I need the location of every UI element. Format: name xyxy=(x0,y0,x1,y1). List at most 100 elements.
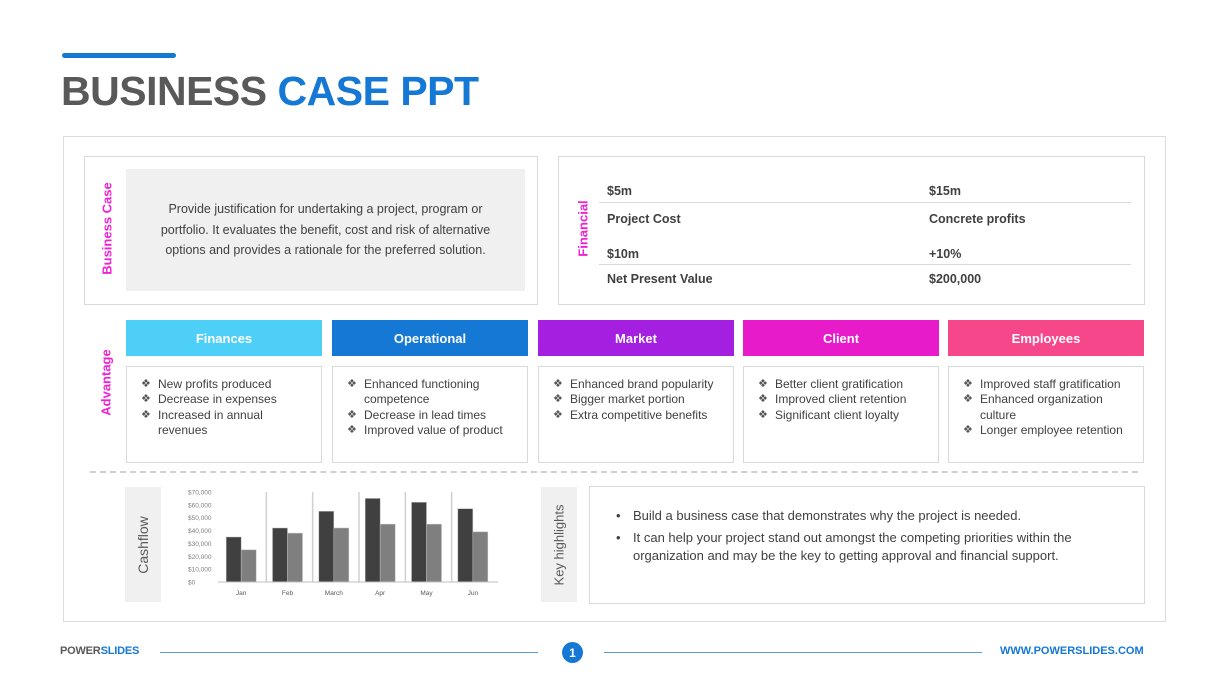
advantage-body-operational: ❖ Enhanced functioning competence ❖ Decreas… xyxy=(332,366,528,463)
diamond-bullet-icon: ❖ xyxy=(347,378,357,390)
x-tick-label: Feb xyxy=(282,590,294,597)
bar-march-series-2 xyxy=(333,527,350,583)
key-highlight-item: • Build a business case that demonstrate… xyxy=(616,507,1128,525)
advantage-item-text: Improved staff gratification xyxy=(980,377,1121,391)
financial-value: $10m xyxy=(607,247,639,261)
x-tick-label: March xyxy=(325,590,343,597)
financial-label: Financial xyxy=(575,200,591,257)
advantage-item: ❖ Better client gratification xyxy=(758,377,930,392)
diamond-bullet-icon: ❖ xyxy=(347,408,357,421)
advantage-item: ❖ Longer employee retention xyxy=(963,423,1135,438)
x-tick-label: Jun xyxy=(468,590,479,597)
business-case-label: Business Case xyxy=(99,182,115,275)
advantage-item: ❖ Decrease in lead times xyxy=(347,408,519,423)
key-highlight-item: • It can help your project stand out amon… xyxy=(616,529,1128,565)
y-tick-label: $70,000 xyxy=(188,490,212,497)
financial-table: $5m $15m Project Cost Concrete profits $… xyxy=(599,179,1131,293)
advantage-list: ❖ Better client gratification ❖ Improved cl… xyxy=(758,377,930,423)
advantage-item-text: Longer employee retention xyxy=(980,423,1123,438)
title-accent-bar xyxy=(62,53,176,58)
advantage-list: ❖ Enhanced brand popularity ❖ Bigger market… xyxy=(553,377,725,423)
page-number-badge: 1 xyxy=(562,642,583,663)
financial-value: +10% xyxy=(929,247,962,261)
diamond-bullet-icon: ❖ xyxy=(553,393,563,406)
advantage-list: ❖ New profits produced ❖ Decrease in expens… xyxy=(141,377,313,439)
footer-line-right xyxy=(604,652,982,653)
advantage-list: ❖ Enhanced functioning competence ❖ Decreas… xyxy=(347,377,519,439)
business-case-text: Provide justification for undertaking a … xyxy=(160,202,491,258)
advantage-item-text: Decrease in expenses xyxy=(158,392,277,407)
advantage-item-text: Decrease in lead times xyxy=(364,407,487,422)
y-tick-label: $10,000 xyxy=(188,567,212,574)
advantage-item-text: Enhanced organization culture xyxy=(980,392,1103,422)
advantage-item: ❖ Enhanced functioning competence xyxy=(347,377,519,408)
key-highlights-list: • Build a business case that demonstrate… xyxy=(616,507,1128,569)
footer-url-link[interactable]: WWW.POWERSLIDES.COM xyxy=(1000,645,1144,657)
key-highlight-text: It can help your project stand out among… xyxy=(633,530,1072,563)
bar-apr-series-1 xyxy=(364,498,381,583)
bar-apr-series-2 xyxy=(379,523,396,583)
advantage-item: ❖ Bigger market portion xyxy=(553,392,725,407)
financial-value: $15m xyxy=(929,183,961,198)
x-tick-label: Apr xyxy=(375,590,386,597)
financial-card: Financial $5m $15m Project Cost Concrete… xyxy=(558,156,1145,305)
advantage-item-text: Enhanced brand popularity xyxy=(570,377,714,391)
financial-row: Project Cost Concrete profits xyxy=(599,203,1131,235)
financial-value: $200,000 xyxy=(929,272,982,286)
financial-label-cell: Concrete profits xyxy=(929,212,1026,226)
diamond-bullet-icon: ❖ xyxy=(553,378,563,390)
advantage-item: ❖ Improved client retention xyxy=(758,392,930,407)
bar-march-series-1 xyxy=(318,511,335,583)
diamond-bullet-icon: ❖ xyxy=(963,393,973,406)
y-tick-label: $0 xyxy=(188,580,196,587)
y-tick-label: $20,000 xyxy=(188,554,212,561)
key-highlights-card: • Build a business case that demonstrate… xyxy=(589,486,1145,604)
x-tick-label: May xyxy=(420,590,433,597)
advantage-item-text: Better client gratification xyxy=(775,377,904,391)
cashflow-label: Cashflow xyxy=(135,515,151,574)
key-highlights-label: Key highlights xyxy=(551,504,567,585)
advantage-item-text: Improved value of product xyxy=(364,423,503,438)
advantage-header-operational: Operational xyxy=(332,320,528,356)
y-tick-label: $30,000 xyxy=(188,541,212,548)
advantage-item-text: Bigger market portion xyxy=(570,392,685,407)
advantage-item: ❖ New profits produced xyxy=(141,377,313,392)
title-part-2: CASE PPT xyxy=(277,68,480,114)
advantage-header-client: Client xyxy=(743,320,939,356)
advantage-body-employees: ❖ Improved staff gratification ❖ Enhanced o… xyxy=(948,366,1144,463)
brand-part-2: SLIDES xyxy=(100,645,140,657)
key-highlight-text: Build a business case that demonstrates … xyxy=(633,508,1022,523)
page-title: BUSINESS CASE PPT xyxy=(61,68,479,115)
advantage-header-finances: Finances xyxy=(126,320,322,356)
bar-may-series-2 xyxy=(426,523,442,583)
advantage-header-market: Market xyxy=(538,320,734,356)
financial-value: $5m xyxy=(607,183,633,198)
diamond-bullet-icon: ❖ xyxy=(141,393,151,406)
diamond-bullet-icon: ❖ xyxy=(758,378,768,390)
y-tick-label: $60,000 xyxy=(188,502,212,509)
advantage-body-market: ❖ Enhanced brand popularity ❖ Bigger market… xyxy=(538,366,734,463)
advantage-item: ❖ Improved value of product xyxy=(347,423,519,438)
x-tick-label: Jan xyxy=(236,590,247,597)
title-part-1: BUSINESS xyxy=(61,68,267,114)
advantage-item: ❖ Increased in annual revenues xyxy=(141,408,313,439)
advantage-body-finances: ❖ New profits produced ❖ Decrease in expens… xyxy=(126,366,322,463)
advantage-item: ❖ Improved staff gratification xyxy=(963,377,1135,392)
advantage-item-text: Extra competitive benefits xyxy=(570,407,708,422)
bar-feb-series-1 xyxy=(272,527,288,583)
financial-row: $10m +10% xyxy=(599,235,1131,265)
brand-part-1: POWER xyxy=(60,645,101,657)
diamond-bullet-icon: ❖ xyxy=(758,408,768,421)
advantage-list: ❖ Improved staff gratification ❖ Enhanced o… xyxy=(963,377,1135,439)
bar-jun-series-2 xyxy=(472,531,489,583)
bar-jan-series-2 xyxy=(240,549,257,583)
bar-may-series-1 xyxy=(411,502,427,583)
diamond-bullet-icon: ❖ xyxy=(347,424,357,437)
cashflow-label-box: Cashflow xyxy=(125,487,161,602)
diamond-bullet-icon: ❖ xyxy=(963,378,973,390)
business-case-description: Provide justification for undertaking a … xyxy=(126,169,525,291)
diamond-bullet-icon: ❖ xyxy=(141,378,151,390)
diamond-bullet-icon: ❖ xyxy=(141,408,151,421)
advantage-item-text: Enhanced functioning competence xyxy=(364,377,480,407)
advantage-item: ❖ Enhanced organization culture xyxy=(963,392,1135,423)
